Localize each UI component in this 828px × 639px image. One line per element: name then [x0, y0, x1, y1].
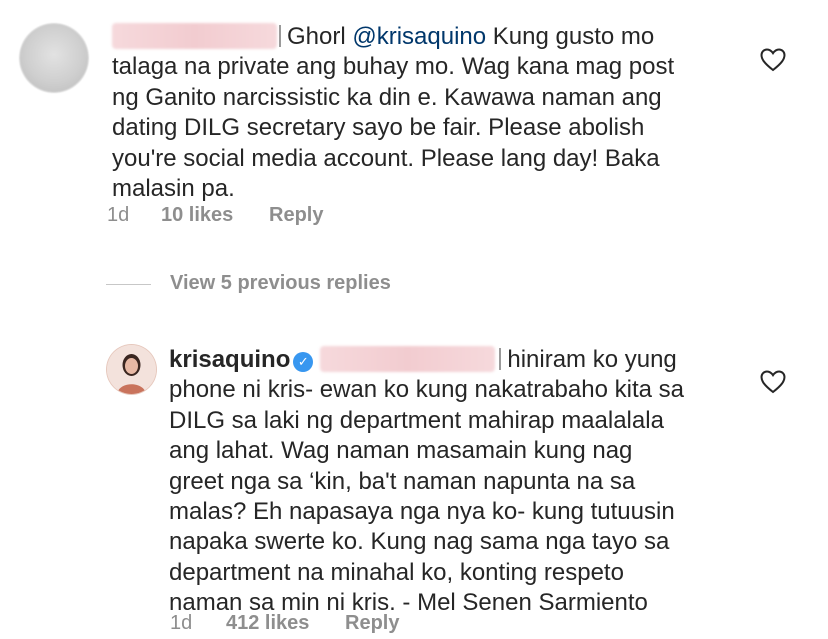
redacted-username	[320, 346, 496, 372]
like-reply-button[interactable]	[760, 370, 786, 394]
redaction-edge	[499, 348, 502, 370]
view-previous-replies-button[interactable]: View 5 previous replies	[170, 272, 391, 295]
comment-text-start: Ghorl	[287, 23, 353, 50]
comment-body: Ghorl @krisaquino Kung gusto mo talaga n…	[112, 22, 762, 204]
reply-avatar[interactable]	[107, 345, 156, 394]
comment-time: 1d	[107, 204, 130, 226]
reply-username[interactable]: krisaquino	[169, 346, 290, 373]
like-comment-button[interactable]	[760, 48, 786, 72]
redaction-edge	[279, 25, 281, 47]
reply-meta: 1d 412 likes Reply	[0, 612, 828, 636]
comment-meta: 1d 10 likes Reply	[0, 204, 828, 228]
heart-outline-icon	[760, 370, 786, 394]
reply-text-start: hiniram ko yung	[507, 346, 677, 373]
reply-button[interactable]: Reply	[269, 204, 323, 227]
commenter-avatar[interactable]	[20, 24, 88, 92]
comment-likes[interactable]: 10 likes	[161, 204, 233, 227]
reply-time: 1d	[170, 612, 193, 634]
reply-text-rest: phone ni kris- ewan ko kung nakatrabaho …	[169, 376, 684, 617]
replies-divider	[106, 284, 151, 285]
redacted-username	[112, 23, 277, 49]
reply-body: krisaquino ✓ hiniram ko yung phone ni kris…	[169, 345, 759, 619]
reply-reply-button[interactable]: Reply	[345, 612, 399, 635]
heart-outline-icon	[760, 48, 786, 72]
avatar-photo	[107, 345, 156, 394]
verified-badge-icon: ✓	[293, 352, 314, 372]
mention-link[interactable]: @krisaquino	[352, 23, 486, 50]
reply-likes[interactable]: 412 likes	[226, 612, 309, 635]
